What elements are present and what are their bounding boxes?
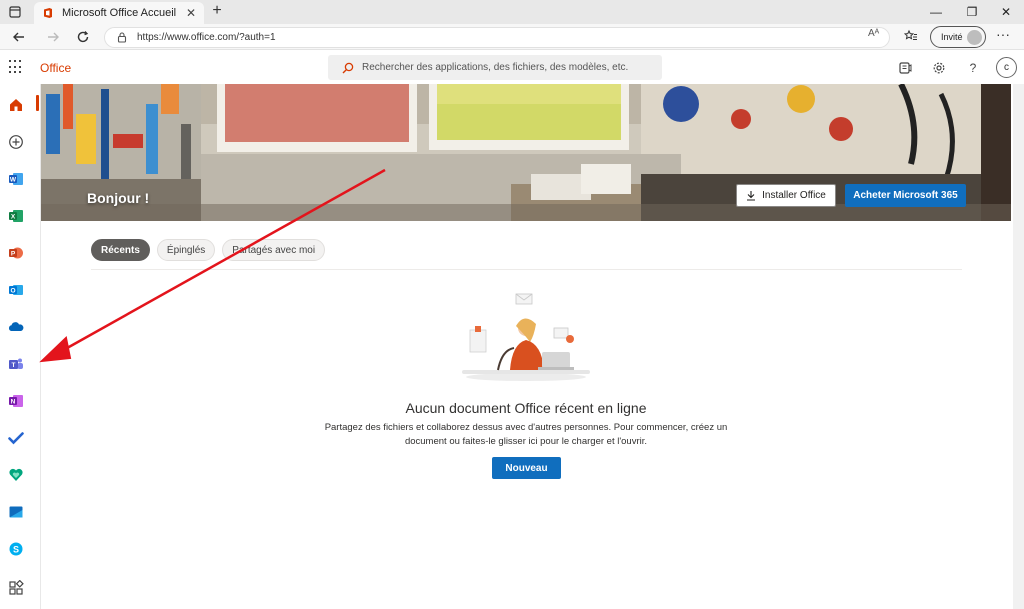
search-placeholder: Rechercher des applications, des fichier… <box>362 62 629 73</box>
app-rail: W X P O T N S <box>0 84 41 609</box>
forward-button[interactable] <box>44 28 62 46</box>
svg-text:W: W <box>10 177 17 184</box>
svg-text:T: T <box>12 362 16 369</box>
new-tab-button[interactable]: + <box>208 3 226 21</box>
tabs-divider <box>91 269 962 270</box>
tab-pinned[interactable]: Épinglés <box>156 239 216 261</box>
rail-all-apps[interactable] <box>6 578 26 598</box>
profile-guest-button[interactable]: Invité <box>930 26 986 48</box>
search-icon <box>342 62 354 73</box>
install-office-label: Installer Office <box>762 190 826 201</box>
office-app-title[interactable]: Office <box>40 61 71 75</box>
address-bar-row: https://www.office.com/?auth=1 Aᴬ Invité… <box>0 24 1024 50</box>
account-avatar[interactable]: c <box>996 57 1017 78</box>
outlook-icon: O <box>9 285 23 295</box>
svg-text:S: S <box>13 544 19 554</box>
settings-gear-icon[interactable] <box>930 59 948 77</box>
tab-recents[interactable]: Récents <box>91 239 150 261</box>
tab-shared-with-me[interactable]: Partagés avec moi <box>222 239 326 261</box>
onedrive-icon <box>8 322 24 331</box>
word-icon: W <box>9 173 23 185</box>
favorites-icon <box>904 29 917 40</box>
empty-state-line-2: document ou faites-le glisser ici pour l… <box>404 436 648 447</box>
browser-tab-strip: Microsoft Office Accueil ✕ + — ❐ ✕ <box>0 0 1024 24</box>
read-aloud-icon[interactable]: Aᴬ <box>868 28 879 39</box>
create-icon <box>9 135 23 149</box>
page-scrollbar[interactable] <box>1013 84 1024 609</box>
onenote-icon: N <box>9 395 23 407</box>
svg-text:P: P <box>11 251 16 258</box>
family-safety-icon <box>9 468 23 481</box>
rail-onedrive[interactable] <box>6 317 26 337</box>
tab-actions-icon[interactable] <box>6 3 24 21</box>
restore-button[interactable]: ❐ <box>954 0 990 24</box>
rail-active-indicator <box>36 95 39 111</box>
guest-label: Invité <box>941 32 963 42</box>
back-arrow-icon <box>13 32 24 42</box>
rail-todo[interactable] <box>6 428 26 448</box>
rail-onenote[interactable]: N <box>6 391 26 411</box>
rail-excel[interactable]: X <box>6 206 26 226</box>
rail-outlook[interactable]: O <box>6 280 26 300</box>
guest-avatar-icon <box>967 30 982 45</box>
rail-word[interactable]: W <box>6 169 26 189</box>
svg-text:X: X <box>11 214 16 221</box>
app-launcher-icon[interactable] <box>9 60 23 74</box>
url-text: https://www.office.com/?auth=1 <box>137 32 276 43</box>
empty-state-description: Partagez des fichiers et collaborez dess… <box>312 421 740 449</box>
rail-calendar[interactable] <box>6 502 26 522</box>
search-input[interactable]: Rechercher des applications, des fichier… <box>328 55 662 80</box>
rail-skype[interactable]: S <box>6 539 26 559</box>
home-icon <box>10 99 22 111</box>
buy-microsoft-365-button[interactable]: Acheter Microsoft 365 <box>845 184 966 207</box>
rail-home[interactable] <box>6 95 26 115</box>
excel-icon: X <box>9 210 23 222</box>
empty-state-illustration <box>462 293 590 381</box>
new-document-button[interactable]: Nouveau <box>492 457 561 479</box>
powerpoint-icon: P <box>9 247 23 259</box>
favorites-button[interactable] <box>902 27 920 45</box>
close-window-button[interactable]: ✕ <box>988 0 1024 24</box>
download-icon <box>747 191 756 201</box>
install-office-button[interactable]: Installer Office <box>736 184 836 207</box>
refresh-button[interactable] <box>74 28 92 46</box>
svg-text:N: N <box>11 399 16 406</box>
back-button[interactable] <box>10 28 28 46</box>
browser-menu-icon[interactable]: ··· <box>996 26 1010 42</box>
greeting-heading: Bonjour ! <box>87 190 150 206</box>
office-favicon-icon <box>44 8 52 18</box>
empty-state-line-1: Partagez des fichiers et collaborez dess… <box>324 422 728 433</box>
forward-arrow-icon <box>48 32 59 42</box>
calendar-icon <box>9 506 23 518</box>
rail-powerpoint[interactable]: P <box>6 243 26 263</box>
teams-icon: T <box>9 358 23 369</box>
skype-icon: S <box>9 542 23 556</box>
file-tabs: Récents Épinglés Partagés avec moi <box>91 239 332 261</box>
all-apps-icon <box>9 580 24 595</box>
empty-state-title: Aucun document Office récent en ligne <box>405 400 647 416</box>
meet-now-icon[interactable] <box>896 59 914 77</box>
tab-close-icon[interactable]: ✕ <box>186 6 196 20</box>
rail-create[interactable] <box>6 132 26 152</box>
minimize-button[interactable]: — <box>918 0 954 24</box>
tab-title: Microsoft Office Accueil <box>62 7 177 19</box>
url-field[interactable]: https://www.office.com/?auth=1 <box>104 27 890 48</box>
rail-teams[interactable]: T <box>6 354 26 374</box>
browser-tab[interactable]: Microsoft Office Accueil ✕ <box>34 2 204 24</box>
refresh-icon <box>77 31 89 43</box>
svg-text:O: O <box>10 288 15 295</box>
lock-icon <box>117 32 127 43</box>
rail-family-safety[interactable] <box>6 465 26 485</box>
help-icon[interactable]: ? <box>964 59 982 77</box>
todo-icon <box>8 432 24 445</box>
office-header: Office Rechercher des applications, des … <box>0 51 1024 84</box>
